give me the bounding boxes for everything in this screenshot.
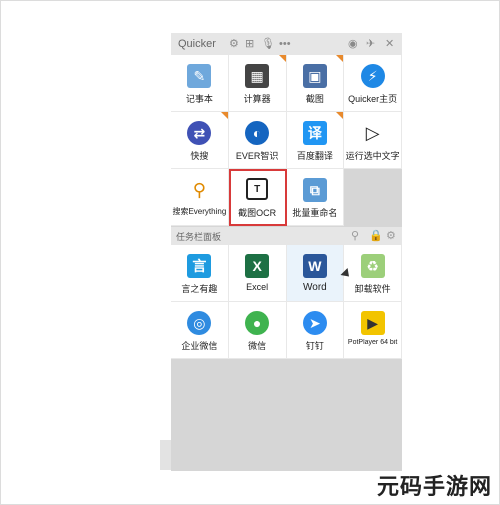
action-quick-search[interactable]: ⇄ 快搜 — [171, 112, 229, 169]
actions-grid: ✎ 记事本 ▦ 计算器 ▣ 截图 ⚡ Quicker主页 ⇄ 快搜 ◐ EVER… — [171, 55, 402, 226]
play-icon: ▷ — [365, 122, 380, 143]
taskbar-grid: 言 言之有趣 X Excel W Word ♻ 卸载软件 ◎ 企业微信 ● 微信… — [171, 245, 402, 359]
window-title: Quicker — [178, 38, 216, 50]
action-search-everything[interactable]: ⚲ 搜索Everything — [171, 169, 229, 226]
app-label: 言之有趣 — [181, 284, 218, 294]
app-label: Excel — [246, 282, 269, 292]
action-label: Quicker主页 — [348, 94, 398, 104]
account-icon[interactable]: ◉ — [348, 37, 358, 51]
action-label: 计算器 — [243, 94, 271, 104]
app-label: 钉钉 — [305, 341, 324, 351]
app-yanzhi[interactable]: 言 言之有趣 — [171, 245, 229, 302]
yanzhi-icon: 言 — [187, 254, 212, 278]
action-quicker-home[interactable]: ⚡ Quicker主页 — [344, 55, 402, 112]
title-bar: Quicker ⚙ ⊞ 🎙 ••• ◉ ✈ ✕ — [171, 33, 402, 55]
action-label: 批量重命名 — [292, 208, 338, 218]
action-label: EVER智识 — [235, 151, 279, 161]
excel-icon: X — [245, 254, 270, 278]
app-label: 微信 — [248, 341, 267, 351]
taskbar-panel-header: 任务栏面板 ⚲ 🔒 ⚙ — [171, 227, 402, 245]
wechat-icon: ● — [245, 311, 270, 335]
notepad-icon: ✎ — [187, 64, 212, 88]
ever-icon: ◐ — [245, 121, 270, 145]
calculator-icon: ▦ — [245, 64, 270, 88]
action-label: 搜索Everything — [172, 207, 227, 216]
translate-icon: 译 — [302, 121, 327, 145]
lightning-icon: ⚡ — [360, 64, 385, 88]
ocr-icon: T — [246, 178, 269, 200]
app-potplayer[interactable]: ▶ PotPlayer 64 bit — [344, 302, 402, 359]
action-label: 截图OCR — [238, 208, 277, 218]
action-screenshot[interactable]: ▣ 截图 — [286, 55, 345, 112]
app-uninstall[interactable]: ♻ 卸载软件 — [344, 245, 402, 302]
corner-badge — [278, 55, 286, 62]
lock-icon[interactable]: 🔒 — [369, 229, 383, 242]
mic-icon[interactable]: 🎙 — [261, 37, 275, 51]
search-icon[interactable]: ⚲ — [351, 229, 359, 242]
app-wecom[interactable]: ◎ 企业微信 — [171, 302, 229, 359]
action-calculator[interactable]: ▦ 计算器 — [228, 55, 287, 112]
app-label: 卸载软件 — [354, 284, 391, 294]
action-baidu-translate[interactable]: 译 百度翻译 — [286, 112, 345, 169]
action-screenshot-ocr[interactable]: T 截图OCR — [228, 169, 287, 226]
grid-icon[interactable]: ⊞ — [245, 37, 254, 51]
quicker-panel: Quicker ⚙ ⊞ 🎙 ••• ◉ ✈ ✕ ✎ 记事本 ▦ 计算器 ▣ 截图… — [171, 33, 402, 471]
close-icon[interactable]: ✕ — [385, 37, 394, 51]
action-label: 运行选中文字 — [345, 151, 400, 161]
corner-badge — [336, 55, 344, 62]
action-notepad[interactable]: ✎ 记事本 — [171, 55, 229, 112]
app-label: PotPlayer 64 bit — [347, 339, 398, 346]
action-ever[interactable]: ◐ EVER智识 — [228, 112, 287, 169]
corner-badge — [220, 112, 228, 119]
dingtalk-icon: ➤ — [302, 311, 327, 335]
app-label: 企业微信 — [181, 341, 218, 351]
action-label: 快搜 — [190, 151, 209, 161]
app-wechat[interactable]: ● 微信 — [228, 302, 287, 359]
rename-icon: ⧉ — [302, 178, 327, 202]
more-icon[interactable]: ••• — [279, 37, 291, 51]
action-label: 记事本 — [185, 94, 213, 104]
app-word[interactable]: W Word — [286, 245, 345, 302]
magnifier-icon: ⚲ — [192, 179, 206, 200]
action-label: 截图 — [305, 94, 324, 104]
action-run-selected[interactable]: ▷ 运行选中文字 — [344, 112, 402, 169]
settings-icon[interactable]: ⚙ — [386, 229, 396, 242]
empty-slot — [344, 169, 402, 226]
word-icon: W — [302, 254, 327, 278]
taskbar-panel-title: 任务栏面板 — [176, 232, 222, 242]
wecom-icon: ◎ — [187, 311, 212, 335]
app-label: Word — [303, 282, 327, 293]
app-excel[interactable]: X Excel — [228, 245, 287, 302]
action-label: 百度翻译 — [296, 151, 333, 161]
search-arrows-icon: ⇄ — [187, 121, 212, 145]
gear-icon[interactable]: ⚙ — [229, 37, 239, 51]
app-dingtalk[interactable]: ➤ 钉钉 — [286, 302, 345, 359]
watermark: 元码手游网 — [376, 474, 492, 499]
corner-badge — [336, 112, 344, 119]
pin-icon[interactable]: ✈ — [366, 37, 375, 51]
action-batch-rename[interactable]: ⧉ 批量重命名 — [286, 169, 345, 226]
recycle-icon: ♻ — [360, 254, 385, 278]
potplayer-icon: ▶ — [360, 311, 385, 335]
screenshot-icon: ▣ — [302, 64, 327, 88]
